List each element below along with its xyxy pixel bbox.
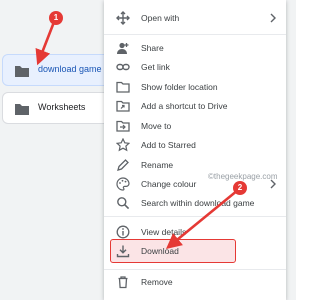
menu-item-label: View details [141, 227, 187, 237]
folder-item-download-game[interactable]: download game [2, 54, 110, 86]
menu-item-label: Show folder location [141, 82, 218, 92]
step-badge-1: 1 [49, 11, 63, 25]
menu-item-label: Download [141, 246, 179, 256]
link-icon [116, 63, 130, 71]
menu-item-label: Share [141, 43, 164, 53]
menu-item-share[interactable]: Share [104, 38, 286, 58]
star-icon [116, 138, 130, 152]
menu-item-label: Search within download game [141, 198, 255, 208]
menu-item-label: Rename [141, 160, 174, 170]
menu-divider [104, 216, 286, 217]
menu-item-label: Add to Starred [141, 140, 196, 150]
menu-item-move-to[interactable]: Move to [104, 116, 286, 136]
menu-item-label: Change colour [141, 179, 197, 189]
menu-item-remove[interactable]: Remove [104, 272, 286, 292]
menu-divider [104, 34, 286, 35]
folder-icon [15, 66, 29, 77]
move-arrows-icon [116, 11, 130, 25]
menu-item-open-with[interactable]: Open with [104, 8, 286, 28]
menu-item-download[interactable]: Download [104, 241, 286, 261]
add-shortcut-icon [116, 100, 130, 112]
menu-item-label: Get link [141, 62, 170, 72]
menu-item-show-folder-location[interactable]: Show folder location [104, 77, 286, 97]
menu-divider [104, 269, 286, 270]
move-to-folder-icon [116, 120, 130, 132]
menu-item-label: Add a shortcut to Drive [141, 101, 228, 111]
folder-item-worksheets[interactable]: Worksheets [2, 92, 110, 124]
chevron-right-icon [270, 13, 276, 23]
add-person-icon [117, 42, 129, 54]
palette-icon [116, 177, 130, 191]
file-list-background [0, 0, 104, 300]
menu-item-add-shortcut[interactable]: Add a shortcut to Drive [104, 96, 286, 116]
folder-label: Worksheets [38, 102, 86, 112]
menu-item-add-to-starred[interactable]: Add to Starred [104, 135, 286, 155]
pencil-icon [117, 159, 129, 171]
menu-item-search-within[interactable]: Search within download game [104, 193, 286, 213]
menu-item-label: Remove [141, 277, 173, 287]
menu-item-label: Open with [141, 13, 180, 23]
download-icon [116, 245, 130, 258]
step-badge-2: 2 [233, 181, 247, 195]
folder-outline-icon [116, 81, 130, 93]
trash-icon [118, 276, 128, 289]
folder-label: download game [38, 64, 102, 74]
info-icon [116, 225, 130, 239]
watermark: ©thegeekpage.com [208, 172, 278, 181]
scroll-area-background [286, 0, 296, 300]
menu-item-label: Move to [141, 121, 172, 131]
folder-icon [15, 104, 29, 115]
search-icon [117, 197, 130, 210]
menu-item-get-link[interactable]: Get link [104, 57, 286, 77]
